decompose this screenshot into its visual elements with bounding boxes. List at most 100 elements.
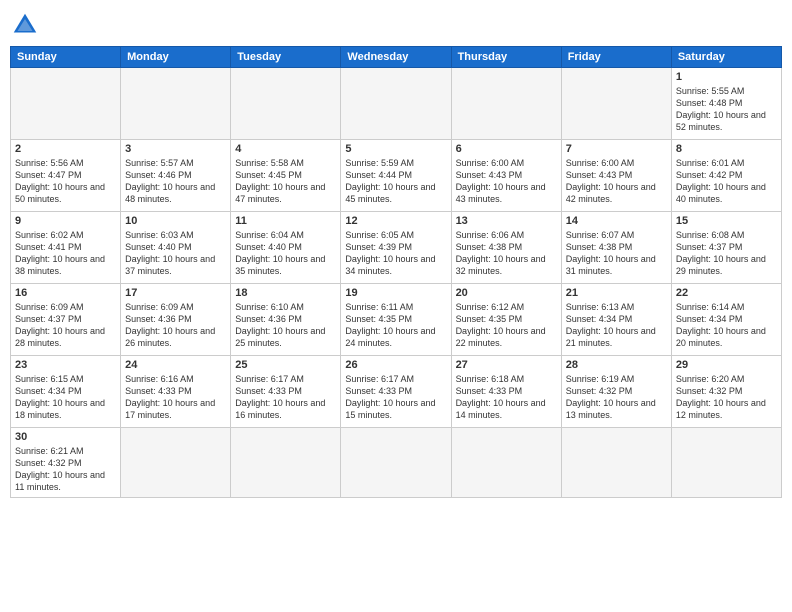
day-number: 15 bbox=[676, 215, 777, 227]
day-number: 6 bbox=[456, 143, 557, 155]
day-info: Sunrise: 6:03 AMSunset: 4:40 PMDaylight:… bbox=[125, 229, 226, 278]
calendar-cell: 13 Sunrise: 6:06 AMSunset: 4:38 PMDayligh… bbox=[451, 212, 561, 284]
calendar-cell: 6 Sunrise: 6:00 AMSunset: 4:43 PMDaylight… bbox=[451, 140, 561, 212]
calendar-week-row: 9Sunrise: 6:02 AMSunset: 4:41 PMDaylight… bbox=[11, 212, 782, 284]
calendar-cell: 23 Sunrise: 6:15 AMSunset: 4:34 PMDayligh… bbox=[11, 356, 121, 428]
calendar-cell bbox=[451, 68, 561, 140]
calendar-cell: 27 Sunrise: 6:18 AMSunset: 4:33 PMDayligh… bbox=[451, 356, 561, 428]
day-info: Sunrise: 6:02 AMSunset: 4:41 PMDaylight:… bbox=[15, 229, 116, 278]
calendar-cell bbox=[341, 68, 451, 140]
day-number: 13 bbox=[456, 215, 557, 227]
calendar-cell: 12 Sunrise: 6:05 AMSunset: 4:39 PMDayligh… bbox=[341, 212, 451, 284]
day-info: Sunrise: 6:17 AMSunset: 4:33 PMDaylight:… bbox=[235, 373, 336, 422]
day-info: Sunrise: 6:18 AMSunset: 4:33 PMDaylight:… bbox=[456, 373, 557, 422]
calendar-cell: 22Sunrise: 6:14 AMSunset: 4:34 PMDayligh… bbox=[671, 284, 781, 356]
logo bbox=[10, 10, 44, 40]
calendar-week-row: 30Sunrise: 6:21 AMSunset: 4:32 PMDayligh… bbox=[11, 428, 782, 498]
day-info: Sunrise: 5:58 AMSunset: 4:45 PMDaylight:… bbox=[235, 157, 336, 206]
calendar-cell: 30Sunrise: 6:21 AMSunset: 4:32 PMDayligh… bbox=[11, 428, 121, 498]
day-number: 4 bbox=[235, 143, 336, 155]
calendar-cell bbox=[341, 428, 451, 498]
day-info: Sunrise: 5:59 AMSunset: 4:44 PMDaylight:… bbox=[345, 157, 446, 206]
calendar-cell: 4 Sunrise: 5:58 AMSunset: 4:45 PMDaylight… bbox=[231, 140, 341, 212]
calendar-cell: 20Sunrise: 6:12 AMSunset: 4:35 PMDayligh… bbox=[451, 284, 561, 356]
day-number: 25 bbox=[235, 359, 336, 371]
day-info: Sunrise: 6:15 AMSunset: 4:34 PMDaylight:… bbox=[15, 373, 116, 422]
day-number: 18 bbox=[235, 287, 336, 299]
day-number: 28 bbox=[566, 359, 667, 371]
day-info: Sunrise: 5:55 AMSunset: 4:48 PMDaylight:… bbox=[676, 85, 777, 134]
calendar-cell: 28 Sunrise: 6:19 AMSunset: 4:32 PMDayligh… bbox=[561, 356, 671, 428]
calendar-cell: 14 Sunrise: 6:07 AMSunset: 4:38 PMDayligh… bbox=[561, 212, 671, 284]
day-info: Sunrise: 6:00 AMSunset: 4:43 PMDaylight:… bbox=[456, 157, 557, 206]
day-number: 5 bbox=[345, 143, 446, 155]
day-info: Sunrise: 6:05 AMSunset: 4:39 PMDaylight:… bbox=[345, 229, 446, 278]
calendar-cell: 1 Sunrise: 5:55 AMSunset: 4:48 PMDaylight… bbox=[671, 68, 781, 140]
day-number: 14 bbox=[566, 215, 667, 227]
calendar-header-thursday: Thursday bbox=[451, 47, 561, 68]
calendar-cell bbox=[231, 68, 341, 140]
day-number: 29 bbox=[676, 359, 777, 371]
calendar-cell bbox=[121, 428, 231, 498]
day-info: Sunrise: 6:01 AMSunset: 4:42 PMDaylight:… bbox=[676, 157, 777, 206]
calendar-cell: 7 Sunrise: 6:00 AMSunset: 4:43 PMDaylight… bbox=[561, 140, 671, 212]
calendar-cell: 19 Sunrise: 6:11 AMSunset: 4:35 PMDayligh… bbox=[341, 284, 451, 356]
day-info: Sunrise: 6:12 AMSunset: 4:35 PMDaylight:… bbox=[456, 301, 557, 350]
calendar-cell: 17Sunrise: 6:09 AMSunset: 4:36 PMDayligh… bbox=[121, 284, 231, 356]
day-number: 11 bbox=[235, 215, 336, 227]
calendar-cell bbox=[451, 428, 561, 498]
calendar-week-row: 23 Sunrise: 6:15 AMSunset: 4:34 PMDayligh… bbox=[11, 356, 782, 428]
calendar-cell: 10Sunrise: 6:03 AMSunset: 4:40 PMDayligh… bbox=[121, 212, 231, 284]
calendar-cell bbox=[671, 428, 781, 498]
calendar-header-tuesday: Tuesday bbox=[231, 47, 341, 68]
calendar-cell bbox=[561, 68, 671, 140]
calendar-cell: 21Sunrise: 6:13 AMSunset: 4:34 PMDayligh… bbox=[561, 284, 671, 356]
day-info: Sunrise: 6:00 AMSunset: 4:43 PMDaylight:… bbox=[566, 157, 667, 206]
day-info: Sunrise: 6:14 AMSunset: 4:34 PMDaylight:… bbox=[676, 301, 777, 350]
day-info: Sunrise: 6:19 AMSunset: 4:32 PMDaylight:… bbox=[566, 373, 667, 422]
calendar-cell: 3 Sunrise: 5:57 AMSunset: 4:46 PMDaylight… bbox=[121, 140, 231, 212]
calendar-cell: 29Sunrise: 6:20 AMSunset: 4:32 PMDayligh… bbox=[671, 356, 781, 428]
day-number: 16 bbox=[15, 287, 116, 299]
day-number: 3 bbox=[125, 143, 226, 155]
generalblue-logo-icon bbox=[10, 10, 40, 40]
day-info: Sunrise: 6:10 AMSunset: 4:36 PMDaylight:… bbox=[235, 301, 336, 350]
day-info: Sunrise: 6:11 AMSunset: 4:35 PMDaylight:… bbox=[345, 301, 446, 350]
calendar-header-saturday: Saturday bbox=[671, 47, 781, 68]
calendar: SundayMondayTuesdayWednesdayThursdayFrid… bbox=[10, 46, 782, 498]
day-info: Sunrise: 6:04 AMSunset: 4:40 PMDaylight:… bbox=[235, 229, 336, 278]
day-number: 1 bbox=[676, 71, 777, 83]
calendar-cell bbox=[561, 428, 671, 498]
day-info: Sunrise: 6:17 AMSunset: 4:33 PMDaylight:… bbox=[345, 373, 446, 422]
day-number: 23 bbox=[15, 359, 116, 371]
calendar-header-sunday: Sunday bbox=[11, 47, 121, 68]
calendar-week-row: 2Sunrise: 5:56 AMSunset: 4:47 PMDaylight… bbox=[11, 140, 782, 212]
calendar-cell: 5 Sunrise: 5:59 AMSunset: 4:44 PMDaylight… bbox=[341, 140, 451, 212]
day-number: 17 bbox=[125, 287, 226, 299]
calendar-week-row: 1 Sunrise: 5:55 AMSunset: 4:48 PMDaylight… bbox=[11, 68, 782, 140]
calendar-cell bbox=[231, 428, 341, 498]
day-info: Sunrise: 6:06 AMSunset: 4:38 PMDaylight:… bbox=[456, 229, 557, 278]
calendar-cell: 16Sunrise: 6:09 AMSunset: 4:37 PMDayligh… bbox=[11, 284, 121, 356]
calendar-cell: 24Sunrise: 6:16 AMSunset: 4:33 PMDayligh… bbox=[121, 356, 231, 428]
day-info: Sunrise: 6:16 AMSunset: 4:33 PMDaylight:… bbox=[125, 373, 226, 422]
day-number: 19 bbox=[345, 287, 446, 299]
page: SundayMondayTuesdayWednesdayThursdayFrid… bbox=[0, 0, 792, 612]
calendar-header-friday: Friday bbox=[561, 47, 671, 68]
calendar-cell: 9Sunrise: 6:02 AMSunset: 4:41 PMDaylight… bbox=[11, 212, 121, 284]
day-info: Sunrise: 6:08 AMSunset: 4:37 PMDaylight:… bbox=[676, 229, 777, 278]
day-info: Sunrise: 5:57 AMSunset: 4:46 PMDaylight:… bbox=[125, 157, 226, 206]
day-number: 30 bbox=[15, 431, 116, 443]
calendar-cell: 8 Sunrise: 6:01 AMSunset: 4:42 PMDaylight… bbox=[671, 140, 781, 212]
day-number: 27 bbox=[456, 359, 557, 371]
day-info: Sunrise: 6:07 AMSunset: 4:38 PMDaylight:… bbox=[566, 229, 667, 278]
day-number: 12 bbox=[345, 215, 446, 227]
day-number: 26 bbox=[345, 359, 446, 371]
day-number: 7 bbox=[566, 143, 667, 155]
calendar-header-wednesday: Wednesday bbox=[341, 47, 451, 68]
calendar-cell: 26 Sunrise: 6:17 AMSunset: 4:33 PMDayligh… bbox=[341, 356, 451, 428]
header bbox=[10, 10, 782, 40]
calendar-cell: 18 Sunrise: 6:10 AMSunset: 4:36 PMDayligh… bbox=[231, 284, 341, 356]
calendar-cell bbox=[121, 68, 231, 140]
day-number: 8 bbox=[676, 143, 777, 155]
